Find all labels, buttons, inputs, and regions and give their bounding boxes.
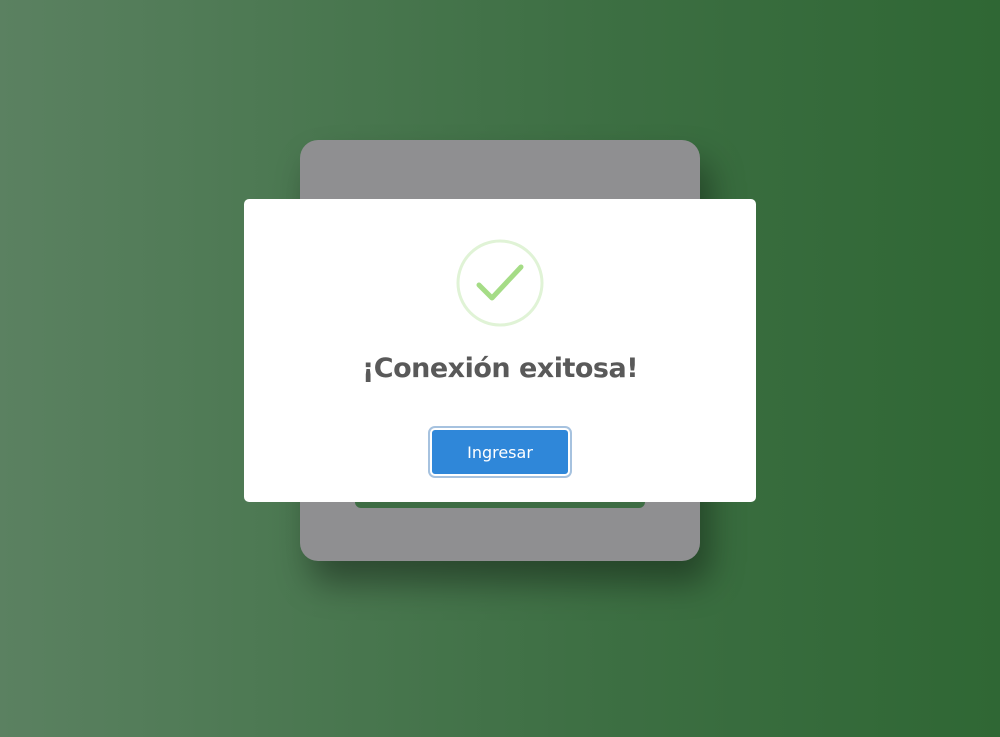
dialog-title: ¡Conexión exitosa!: [361, 353, 639, 384]
ingresar-button[interactable]: Ingresar: [430, 428, 570, 476]
success-dialog: ¡Conexión exitosa! Ingresar: [244, 199, 756, 502]
success-check-icon: [456, 239, 544, 327]
